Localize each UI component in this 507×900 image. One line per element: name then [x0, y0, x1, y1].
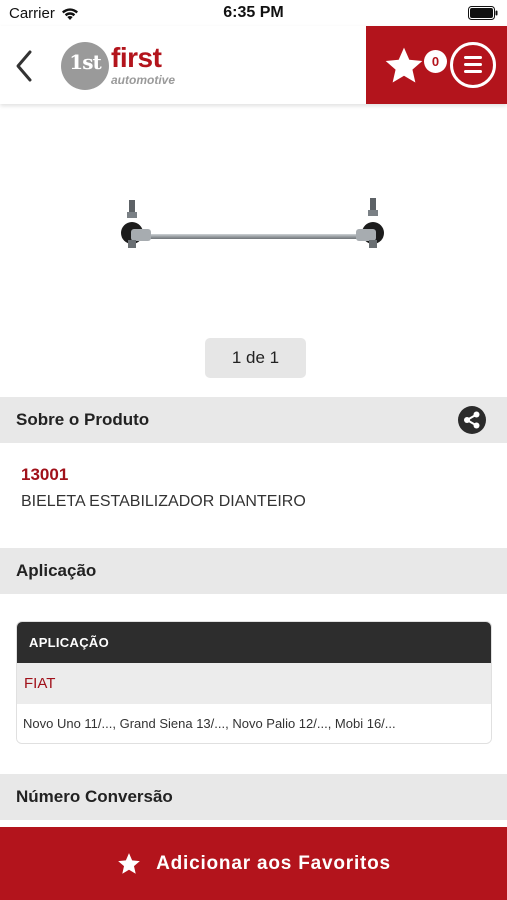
image-pager: 1 de 1 [205, 338, 306, 378]
section-application: Aplicação [0, 548, 507, 594]
product-description: BIELETA ESTABILIZADOR DIANTEIRO [21, 493, 306, 510]
section-title: Sobre o Produto [16, 410, 150, 429]
section-title: Aplicação [16, 561, 97, 580]
favorites-count-badge: 0 [424, 50, 447, 73]
menu-icon-line [464, 63, 482, 66]
add-to-favorites-label: Adicionar aos Favoritos [156, 852, 391, 874]
back-chevron-icon[interactable] [12, 48, 40, 84]
battery-icon [468, 6, 498, 20]
application-table: APLICAÇÃO FIAT Novo Uno 11/..., Grand Si… [16, 621, 492, 744]
logo-word: first [111, 42, 162, 73]
brand-logo: 1st first automotive [61, 40, 191, 92]
clock: 6:35 PM [223, 4, 284, 21]
menu-icon [464, 56, 482, 59]
application-models: Novo Uno 11/..., Grand Siena 13/..., Nov… [17, 704, 491, 743]
logo-subtitle: automotive [111, 73, 176, 87]
logo-badge: 1st [61, 42, 109, 90]
app-header: 1st first automotive 0 [0, 26, 507, 104]
header-actions: 0 [366, 26, 507, 104]
status-bar: Carrier 6:35 PM [0, 0, 507, 26]
menu-icon-line [464, 70, 482, 73]
logo-badge-text: 1st [69, 50, 101, 74]
application-brand[interactable]: FIAT [17, 663, 491, 704]
section-title: Número Conversão [16, 787, 173, 806]
section-about-product: Sobre o Produto [0, 397, 507, 443]
section-conversion-number: Número Conversão [0, 774, 507, 820]
add-to-favorites-button[interactable]: Adicionar aos Favoritos [0, 827, 507, 900]
product-code: 13001 [21, 465, 69, 484]
favorites-button[interactable]: 0 [382, 40, 447, 88]
star-icon [118, 852, 140, 874]
menu-button[interactable] [450, 42, 496, 88]
share-icon[interactable] [458, 406, 486, 434]
star-icon [385, 47, 423, 83]
product-image[interactable] [118, 196, 390, 256]
application-table-header: APLICAÇÃO [17, 622, 491, 663]
